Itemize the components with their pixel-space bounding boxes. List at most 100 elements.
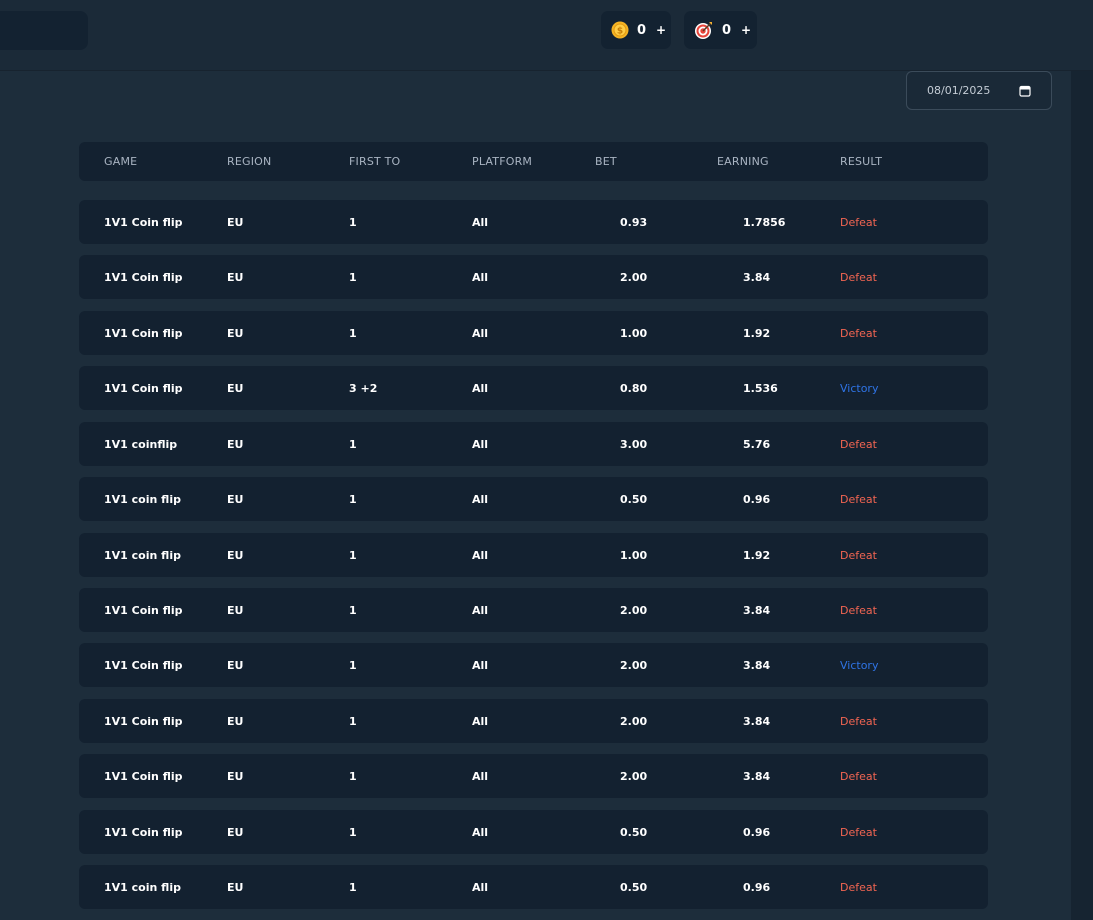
cell-game: 1V1 Coin flip: [104, 326, 183, 340]
header-game: GAME: [104, 155, 138, 168]
cell-game: 1V1 Coin flip: [104, 603, 183, 617]
cell-platform: All: [472, 270, 489, 284]
cell-first-to: 1: [349, 215, 357, 229]
cell-game: 1V1 Coin flip: [104, 658, 183, 672]
cell-bet: 3.00: [620, 437, 648, 451]
cell-bet: 0.50: [620, 492, 648, 506]
cell-platform: All: [472, 437, 489, 451]
table-row[interactable]: 1V1 coin flip EU 1 All 0.50 0.96 Defeat: [79, 477, 988, 521]
table-row[interactable]: 1V1 Coin flip EU 1 All 2.00 3.84 Defeat: [79, 588, 988, 632]
coin-icon: $: [611, 21, 629, 39]
table-header: GAME REGION FIRST TO PLATFORM BET EARNIN…: [79, 142, 988, 181]
cell-earning: 1.536: [743, 381, 778, 395]
header-region: REGION: [227, 155, 272, 168]
cell-game: 1V1 Coin flip: [104, 215, 183, 229]
cell-region: EU: [227, 215, 244, 229]
scrollbar-track[interactable]: [1071, 71, 1093, 920]
cell-bet: 0.80: [620, 381, 648, 395]
calendar-icon[interactable]: [1019, 85, 1031, 97]
cell-region: EU: [227, 437, 244, 451]
add-targets-button[interactable]: +: [741, 23, 751, 37]
cell-earning: 5.76: [743, 437, 771, 451]
cell-region: EU: [227, 381, 244, 395]
table-row[interactable]: 1V1 Coin flip EU 3 +2 All 0.80 1.536 Victory: [79, 366, 988, 410]
cell-result: Defeat: [840, 603, 877, 617]
cell-bet: 2.00: [620, 603, 648, 617]
cell-platform: All: [472, 381, 489, 395]
cell-bet: 0.50: [620, 825, 648, 839]
cell-earning: 0.96: [743, 492, 771, 506]
cell-bet: 0.93: [620, 215, 648, 229]
cell-result: Defeat: [840, 548, 877, 562]
search-box[interactable]: [0, 11, 88, 50]
cell-bet: 2.00: [620, 769, 648, 783]
cell-first-to: 3 +2: [349, 381, 378, 395]
table-row[interactable]: 1V1 Coin flip EU 1 All 2.00 3.84 Defeat: [79, 699, 988, 743]
cell-region: EU: [227, 769, 244, 783]
cell-bet: 2.00: [620, 714, 648, 728]
table-row[interactable]: 1V1 coinflip EU 1 All 3.00 5.76 Defeat: [79, 422, 988, 466]
cell-first-to: 1: [349, 825, 357, 839]
table-row[interactable]: 1V1 coin flip EU 1 All 1.00 1.92 Defeat: [79, 533, 988, 577]
cell-result: Defeat: [840, 492, 877, 506]
cell-first-to: 1: [349, 603, 357, 617]
cell-game: 1V1 coin flip: [104, 880, 181, 894]
cell-game: 1V1 Coin flip: [104, 270, 183, 284]
cell-first-to: 1: [349, 437, 357, 451]
cell-bet: 0.50: [620, 880, 648, 894]
cell-result: Defeat: [840, 215, 877, 229]
table-row[interactable]: 1V1 coin flip EU 1 All 0.50 0.96 Defeat: [79, 865, 988, 909]
cell-earning: 3.84: [743, 603, 771, 617]
cell-bet: 1.00: [620, 548, 648, 562]
table-row[interactable]: 1V1 Coin flip EU 1 All 0.50 0.96 Defeat: [79, 810, 988, 854]
cell-first-to: 1: [349, 270, 357, 284]
table-row[interactable]: 1V1 Coin flip EU 1 All 1.00 1.92 Defeat: [79, 311, 988, 355]
cell-result: Defeat: [840, 326, 877, 340]
target-icon: [695, 22, 712, 39]
cell-game: 1V1 coinflip: [104, 437, 178, 451]
svg-text:$: $: [617, 27, 623, 37]
cell-region: EU: [227, 714, 244, 728]
header-earning: EARNING: [717, 155, 769, 168]
cell-platform: All: [472, 769, 489, 783]
cell-region: EU: [227, 270, 244, 284]
cell-platform: All: [472, 825, 489, 839]
cell-first-to: 1: [349, 769, 357, 783]
target-balance-pill[interactable]: 0 +: [684, 11, 757, 49]
cell-result: Victory: [840, 658, 879, 672]
cell-first-to: 1: [349, 492, 357, 506]
header-result: RESULT: [840, 155, 883, 168]
cell-region: EU: [227, 492, 244, 506]
cell-earning: 1.92: [743, 548, 771, 562]
cell-result: Defeat: [840, 769, 877, 783]
cell-result: Defeat: [840, 880, 877, 894]
coin-balance-value: 0: [637, 22, 647, 38]
table-row[interactable]: 1V1 Coin flip EU 1 All 2.00 3.84 Defeat: [79, 754, 988, 798]
cell-earning: 1.7856: [743, 215, 786, 229]
coin-balance-pill[interactable]: $ 0 +: [601, 11, 671, 49]
table-row[interactable]: 1V1 Coin flip EU 1 All 2.00 3.84 Victory: [79, 643, 988, 687]
cell-game: 1V1 Coin flip: [104, 381, 183, 395]
target-balance-value: 0: [722, 22, 732, 38]
cell-result: Defeat: [840, 437, 877, 451]
cell-game: 1V1 coin flip: [104, 492, 181, 506]
cell-result: Defeat: [840, 714, 877, 728]
cell-earning: 3.84: [743, 658, 771, 672]
header-first-to: FIRST TO: [349, 155, 401, 168]
cell-bet: 2.00: [620, 270, 648, 284]
table-row[interactable]: 1V1 Coin flip EU 1 All 2.00 3.84 Defeat: [79, 255, 988, 299]
date-filter-input[interactable]: 08/01/2025: [906, 71, 1052, 110]
cell-first-to: 1: [349, 880, 357, 894]
cell-bet: 2.00: [620, 658, 648, 672]
table-row[interactable]: 1V1 Coin flip EU 1 All 0.93 1.7856 Defeat: [79, 200, 988, 244]
cell-game: 1V1 Coin flip: [104, 825, 183, 839]
add-coins-button[interactable]: +: [656, 23, 666, 37]
cell-platform: All: [472, 215, 489, 229]
date-filter-value: 08/01/2025: [927, 84, 991, 97]
cell-result: Victory: [840, 381, 879, 395]
cell-platform: All: [472, 880, 489, 894]
cell-platform: All: [472, 492, 489, 506]
cell-earning: 0.96: [743, 880, 771, 894]
cell-earning: 1.92: [743, 326, 771, 340]
cell-game: 1V1 Coin flip: [104, 769, 183, 783]
